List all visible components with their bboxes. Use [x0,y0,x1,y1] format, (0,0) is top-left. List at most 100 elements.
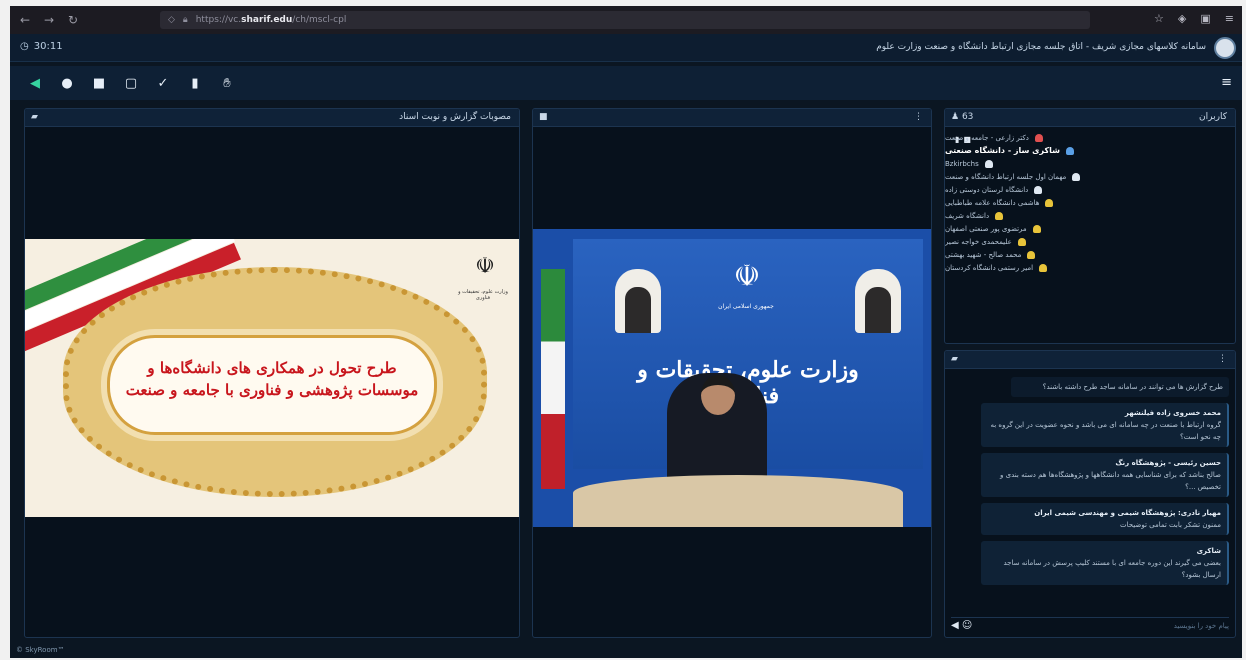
participant-row[interactable]: هاشمی دانشگاه علامه طباطبایی [945,196,1227,209]
address-bar[interactable]: ◇ 🔒︎ https://vc.sharif.edu/ch/mscl-cpl [160,11,1090,29]
speaker-head [701,375,735,415]
chat-header: ▰ ⋮ [945,351,1235,369]
chat-sender: مهیار نادری: پژوهشگاه شیمی و مهندسی شیمی… [1034,509,1221,517]
video-panel: ■ ⋮ ☫ جمهوری اسلامی ایران وزارت علوم، تح… [532,108,932,638]
video-header: ■ ⋮ [533,109,931,127]
camera-icon: ■ [539,112,548,122]
users-icon: ♟ [951,112,960,122]
participants-title: کاربران [1199,112,1227,122]
chat-sender: شاکری [1196,547,1221,555]
reload-icon[interactable]: ↻ [66,13,80,27]
iran-flag [541,269,565,489]
shield-icon: ◇ [168,15,175,25]
slide-heading: طرح تحول در همکاری های دانشگاه‌ها و موسس… [117,357,427,401]
participant-name: دانشگاه لرستان دوستی زاده [945,185,1029,194]
user-icon [1032,224,1041,233]
participant-row[interactable]: علیمحمدی خواجه نصیر [945,235,1227,248]
pen-icon[interactable]: ✓ [156,76,170,91]
user-icon [1034,185,1043,194]
user-icon [1017,237,1026,246]
user-icon [995,211,1004,220]
clock-text: 30:11 [33,41,63,52]
user-icon [1027,250,1036,259]
user-icon [1034,133,1043,142]
chat-text: صالح بناشد که برای شناسایی همه دانشگاهها… [1000,471,1221,491]
count-text: 63 [961,112,974,122]
user-icon [984,159,993,168]
slide: طرح تحول در همکاری های دانشگاه‌ها و موسس… [25,239,519,517]
extension-icon[interactable]: ▣ [1200,12,1210,25]
chat-message: حسین رئیسی - پژوهشگاه رنگ صالح بناشد که ب… [981,453,1229,497]
chat-input-placeholder[interactable]: پیام خود را بنویسید [1174,622,1229,630]
screen-frame: ← → ↻ ◇ 🔒︎ https://vc.sharif.edu/ch/mscl… [10,6,1242,658]
participant-row[interactable]: دانشگاه شریف [945,209,1227,222]
video-options-icon[interactable]: ⋮ [914,112,923,122]
chat-message: شاکری بعضی می گیرند این دوره جامعه ای با … [981,541,1229,585]
url-prefix: https://vc. [195,15,242,25]
camera-icon[interactable]: ■ [92,76,106,91]
forward-icon[interactable]: → [42,13,56,27]
chat-sender: محمد خسروی زاده فیلنشهر [1124,409,1221,417]
clock-icon: ◷ [20,41,29,52]
hamburger-menu-icon[interactable]: ≡ [1221,75,1232,90]
url-path: /ch/mscl-cpl [292,15,347,25]
browser-bar: ← → ↻ ◇ 🔒︎ https://vc.sharif.edu/ch/mscl… [10,6,1242,34]
participant-row[interactable]: مهمان اول جلسه ارتباط دانشگاه و صنعت [945,170,1227,183]
participant-name: دانشگاه شریف [945,211,990,220]
iran-emblem-icon: ☫ [475,254,495,279]
participant-name: Bzkirbchs [945,159,979,168]
chat-options-icon[interactable]: ⋮ [1218,354,1227,364]
meeting-toolbar: ◀ ● ■ ▢ ✓ ▮ ✋︎ ≡ [10,66,1242,100]
chat-text: بعضی می گیرند این دوره جامعه ای با مستند… [1003,559,1222,579]
participant-row[interactable]: دانشگاه لرستان دوستی زاده [945,183,1227,196]
participant-name: مرتضوی پور صنعتی اصفهان [945,224,1027,233]
participants-header: ♟ 63 کاربران [945,109,1235,127]
participant-row[interactable]: مرتضوی پور صنعتی اصفهان [945,222,1227,235]
chat-panel: ▰ ⋮ طرح گزارش ها می توانند در سامانه ساج… [944,350,1236,638]
url-domain: sharif.edu [241,15,293,25]
app-titlebar: ◷ 30:11 سامانه کلاسهای مجازی شریف - اتاق… [10,34,1242,62]
send-icon[interactable]: ◀ ☺ [951,620,972,631]
video-feed: ☫ جمهوری اسلامی ایران وزارت علوم، تحقیقا… [533,229,931,527]
participant-row[interactable]: دکتر زارعی - جامعه و صنعت [945,131,1227,144]
portrait-left [615,269,661,333]
participant-row[interactable]: محمد صالح - شهید بهشتی [945,248,1227,261]
chat-input-bar[interactable]: ◀ ☺ پیام خود را بنویسید [951,617,1229,633]
backdrop-caption: جمهوری اسلامی ایران [718,303,774,310]
participant-name: شاکری ساز - دانشگاه صنعتی [945,146,1061,155]
chat-text: ممنون تشکر بابت تمامی توضیحات [1120,521,1221,529]
microphone-icon[interactable]: ● [60,76,74,91]
slide-heading-line2: موسسات پژوهشی و فناوری با جامعه و صنعت [125,381,419,399]
chat-messages: طرح گزارش ها می توانند در سامانه ساجد طر… [945,373,1235,613]
ministry-emblem-icon: ☫ [733,259,761,294]
participant-name: امیر رستمی دانشگاه کردستان [945,263,1034,272]
emblem-caption: وزارت علوم، تحقیقات و فناوری [458,289,508,301]
participant-list: دکتر زارعی - جامعه و صنعت شاکری ساز - دان… [945,131,1235,343]
menu-icon[interactable]: ≡ [1225,12,1234,25]
presentation-icon: ▰ [31,112,38,122]
back-icon[interactable]: ← [18,13,32,27]
user-icon [1072,172,1081,181]
participant-name: دکتر زارعی - جامعه و صنعت [945,133,1029,142]
page-title: سامانه کلاسهای مجازی شریف - اتاق جلسه مج… [876,42,1206,52]
chat-sender: حسین رئیسی - پژوهشگاه رنگ [1115,459,1221,467]
presentation-header: ▰ مصوبات گزارش و نوبت اسناد [25,109,519,127]
participant-row[interactable]: شاکری ساز - دانشگاه صنعتی [945,144,1227,157]
footer-brand: © SkyRoom™ [16,646,65,654]
chat-text: طرح گزارش ها می توانند در سامانه ساجد طر… [1042,383,1223,391]
user-icon [1045,198,1054,207]
participant-row[interactable]: Bzkirbchs [945,157,1227,170]
screen-share-icon[interactable]: ▢ [124,76,138,91]
hand-raise-icon[interactable]: ✋︎ [220,76,234,91]
participant-name: محمد صالح - شهید بهشتی [945,250,1022,259]
speaker-icon[interactable]: ◀ [28,76,42,91]
participant-name: هاشمی دانشگاه علامه طباطبایی [945,198,1040,207]
star-icon[interactable]: ☆ [1154,12,1164,25]
file-icon[interactable]: ▮ [188,76,202,91]
participants-count: ♟ 63 [951,112,973,122]
participant-name: مهمان اول جلسه ارتباط دانشگاه و صنعت [945,172,1067,181]
participant-row[interactable]: امیر رستمی دانشگاه کردستان [945,261,1227,274]
chat-icon: ▰ [951,354,958,364]
shield-icon[interactable]: ◈ [1178,12,1186,25]
chat-text: گروه ارتباط با صنعت در چه سامانه ای می ب… [990,421,1222,441]
